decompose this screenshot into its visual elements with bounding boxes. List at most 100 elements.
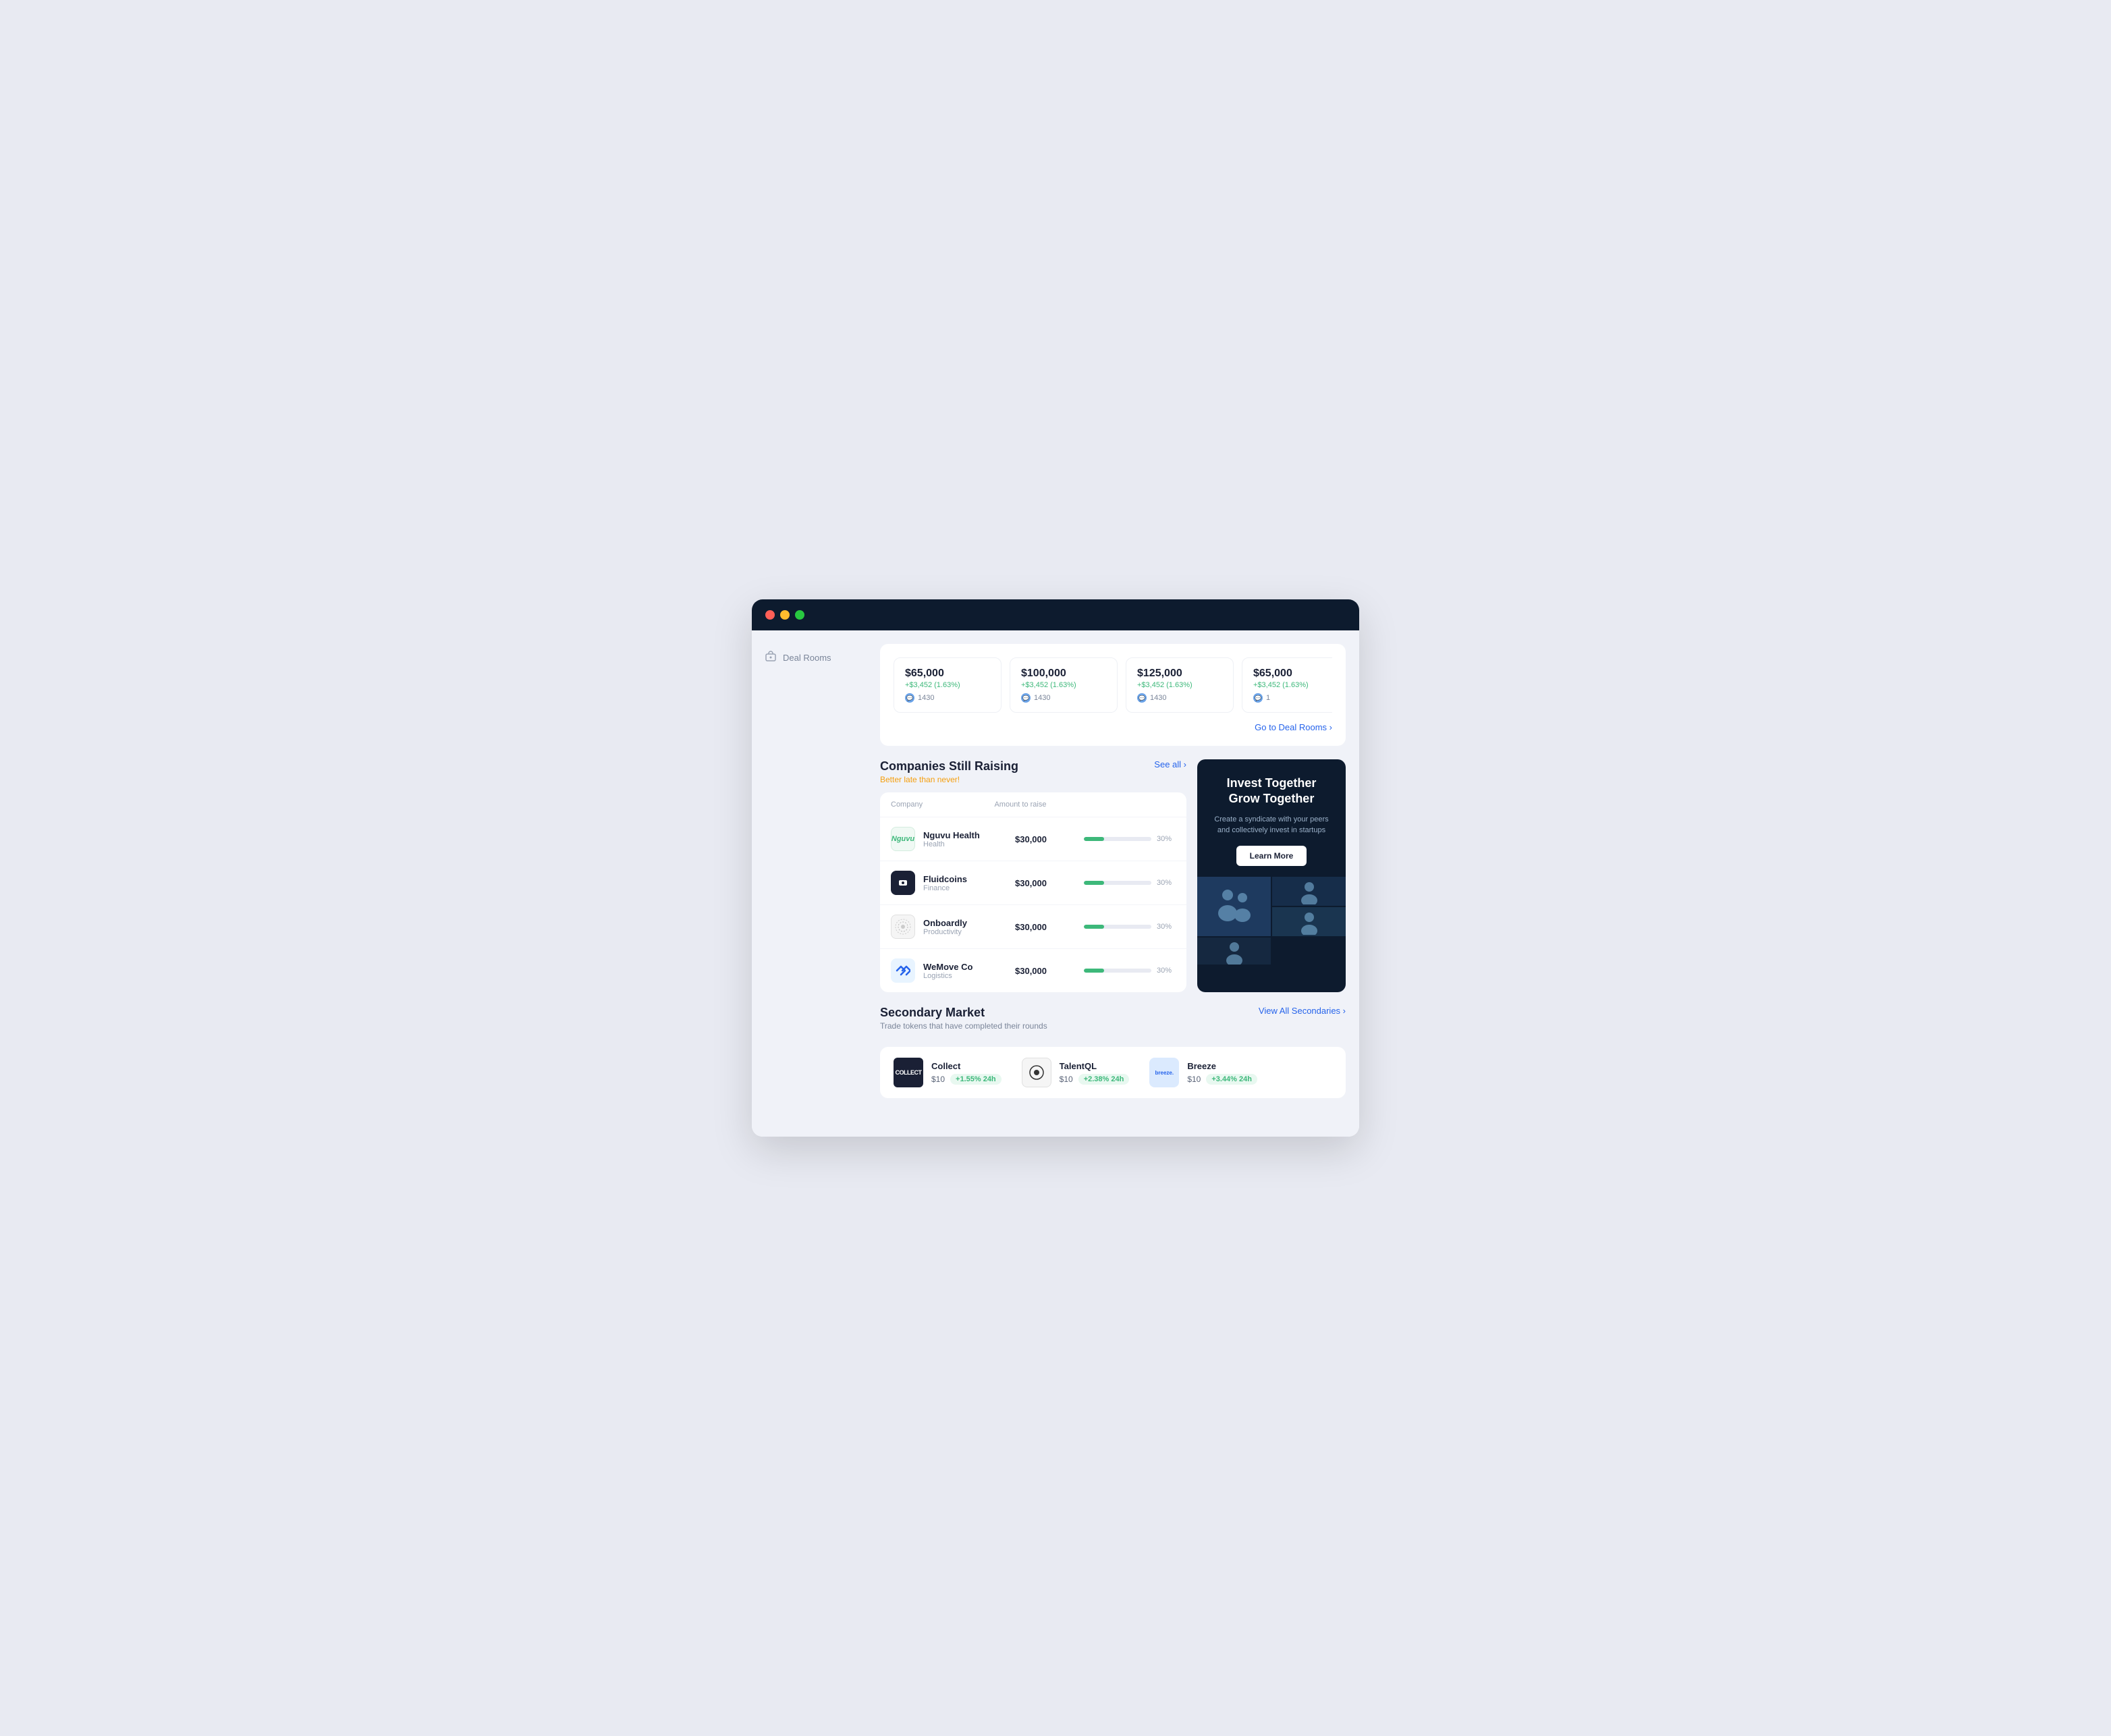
secondary-company-name: TalentQL <box>1060 1061 1130 1071</box>
close-button[interactable] <box>765 610 775 620</box>
browser-body: Deal Rooms $65,000 +$3,452 (1.63%) 💬 143… <box>752 630 1359 1137</box>
secondary-card-info: Breeze $10 +3.44% 24h <box>1187 1061 1257 1085</box>
table-header-row: Company Amount to raise <box>880 792 1186 817</box>
team-photo-1 <box>1197 877 1271 936</box>
company-category: Health <box>923 840 1015 848</box>
secondary-card-info: Collect $10 +1.55% 24h <box>931 1061 1002 1085</box>
company-info: Nguvu Health Health <box>923 830 1015 848</box>
secondary-header-row: Secondary Market Trade tokens that have … <box>880 1006 1346 1039</box>
deal-card[interactable]: $100,000 +$3,452 (1.63%) 💬 1430 <box>1010 657 1118 713</box>
chat-icon: 💬 <box>905 693 914 703</box>
deal-card-meta: 💬 1 <box>1253 693 1332 703</box>
deal-cards-row: $65,000 +$3,452 (1.63%) 💬 1430 $100,000 … <box>894 657 1332 713</box>
learn-more-button[interactable]: Learn More <box>1236 846 1307 866</box>
company-name: Nguvu Health <box>923 830 1015 840</box>
company-name: WeMove Co <box>923 962 1015 972</box>
chat-icon: 💬 <box>1021 693 1031 703</box>
secondary-section-header: Secondary Market Trade tokens that have … <box>880 1006 1047 1031</box>
progress-col: 30% <box>1084 835 1176 843</box>
companies-header-row: Companies Still Raising Better late than… <box>880 759 1186 792</box>
breeze-logo: breeze. <box>1149 1058 1179 1087</box>
deal-rooms-icon <box>765 651 776 664</box>
progress-bar-fill <box>1084 925 1104 929</box>
minimize-button[interactable] <box>780 610 790 620</box>
deal-card-change: +$3,452 (1.63%) <box>905 681 990 689</box>
main-content: $65,000 +$3,452 (1.63%) 💬 1430 $100,000 … <box>873 630 1359 1137</box>
table-row[interactable]: WeMove Co Logistics $30,000 30% <box>880 948 1186 992</box>
view-all-secondaries-link[interactable]: View All Secondaries › <box>1259 1006 1346 1016</box>
company-info: Onboardly Productivity <box>923 918 1015 936</box>
deal-card-messages: 1430 <box>1034 694 1050 702</box>
wemove-logo <box>891 958 915 983</box>
deal-card-change: +$3,452 (1.63%) <box>1253 681 1332 689</box>
deal-card-messages: 1 <box>1266 694 1270 702</box>
deal-rooms-label: Deal Rooms <box>783 653 831 663</box>
nguvu-logo: Nguvu <box>891 827 915 851</box>
sec-price: $10 <box>1187 1075 1201 1084</box>
deal-card[interactable]: $65,000 +$3,452 (1.63%) 💬 1430 <box>894 657 1002 713</box>
progress-bar-fill <box>1084 881 1104 885</box>
secondary-card-collect[interactable]: COLLECT Collect $10 +1.55% 24h <box>894 1058 1002 1087</box>
table-row[interactable]: Fluidcoins Finance $30,000 30% <box>880 861 1186 904</box>
collect-logo: COLLECT <box>894 1058 923 1087</box>
deal-card[interactable]: $125,000 +$3,452 (1.63%) 💬 1430 <box>1126 657 1234 713</box>
progress-pct: 30% <box>1157 879 1176 887</box>
deal-card[interactable]: $65,000 +$3,452 (1.63%) 💬 1 <box>1242 657 1332 713</box>
team-photo-4 <box>1197 938 1271 965</box>
team-photo-3 <box>1272 907 1346 936</box>
companies-section-title: Companies Still Raising <box>880 759 1018 774</box>
chat-icon: 💬 <box>1253 693 1263 703</box>
sidebar: Deal Rooms <box>752 630 873 1137</box>
company-amount: $30,000 <box>1015 878 1084 888</box>
progress-bar-fill <box>1084 837 1104 841</box>
progress-bar-bg <box>1084 837 1151 841</box>
progress-pct: 30% <box>1157 923 1176 931</box>
col-header-progress <box>1072 801 1176 809</box>
sec-price: $10 <box>931 1075 945 1084</box>
browser-header <box>752 599 1359 630</box>
companies-section-subtitle: Better late than never! <box>880 775 1018 784</box>
talentql-logo <box>1022 1058 1051 1087</box>
progress-col: 30% <box>1084 923 1176 931</box>
company-name: Fluidcoins <box>923 874 1015 884</box>
progress-bar-fill <box>1084 969 1104 973</box>
companies-table: Company Amount to raise Nguvu Nguvu Heal… <box>880 792 1186 992</box>
sec-price-row: $10 +2.38% 24h <box>1060 1074 1130 1085</box>
secondary-company-name: Collect <box>931 1061 1002 1071</box>
see-all-link[interactable]: See all › <box>1154 759 1186 769</box>
company-info: WeMove Co Logistics <box>923 962 1015 980</box>
progress-pct: 30% <box>1157 835 1176 843</box>
progress-bar-bg <box>1084 969 1151 973</box>
deal-rooms-strip: $65,000 +$3,452 (1.63%) 💬 1430 $100,000 … <box>880 644 1346 746</box>
deal-card-amount: $65,000 <box>905 668 990 680</box>
secondary-cards: COLLECT Collect $10 +1.55% 24h <box>880 1047 1346 1098</box>
secondary-card-breeze[interactable]: breeze. Breeze $10 +3.44% 24h <box>1149 1058 1257 1087</box>
sidebar-item-deal-rooms[interactable]: Deal Rooms <box>752 644 873 671</box>
go-to-deal-rooms-link[interactable]: Go to Deal Rooms › <box>894 722 1332 732</box>
deal-card-amount: $100,000 <box>1021 668 1106 680</box>
company-category: Productivity <box>923 928 1015 936</box>
invest-card-title: Invest Together Grow Together <box>1211 776 1332 807</box>
col-header-company: Company <box>891 801 994 809</box>
secondary-section-subtitle: Trade tokens that have completed their r… <box>880 1021 1047 1031</box>
sec-price-row: $10 +1.55% 24h <box>931 1074 1002 1085</box>
deal-card-meta: 💬 1430 <box>1021 693 1106 703</box>
fluidcoins-logo <box>891 871 915 895</box>
company-name: Onboardly <box>923 918 1015 928</box>
secondary-card-talentql[interactable]: TalentQL $10 +2.38% 24h <box>1022 1058 1130 1087</box>
company-amount: $30,000 <box>1015 834 1084 844</box>
secondary-company-name: Breeze <box>1187 1061 1257 1071</box>
companies-header: Companies Still Raising Better late than… <box>880 759 1018 784</box>
deal-card-messages: 1430 <box>918 694 934 702</box>
sec-change-badge: +2.38% 24h <box>1078 1074 1130 1085</box>
invest-card-description: Create a syndicate with your peers and c… <box>1211 814 1332 836</box>
company-category: Finance <box>923 884 1015 892</box>
companies-section: Companies Still Raising Better late than… <box>880 759 1186 992</box>
sec-change-badge: +3.44% 24h <box>1206 1074 1257 1085</box>
progress-pct: 30% <box>1157 967 1176 975</box>
secondary-section-title: Secondary Market <box>880 1006 1047 1020</box>
maximize-button[interactable] <box>795 610 804 620</box>
table-row[interactable]: Nguvu Nguvu Health Health $30,000 <box>880 817 1186 861</box>
onboardly-logo <box>891 915 915 939</box>
table-row[interactable]: Onboardly Productivity $30,000 30% <box>880 904 1186 948</box>
